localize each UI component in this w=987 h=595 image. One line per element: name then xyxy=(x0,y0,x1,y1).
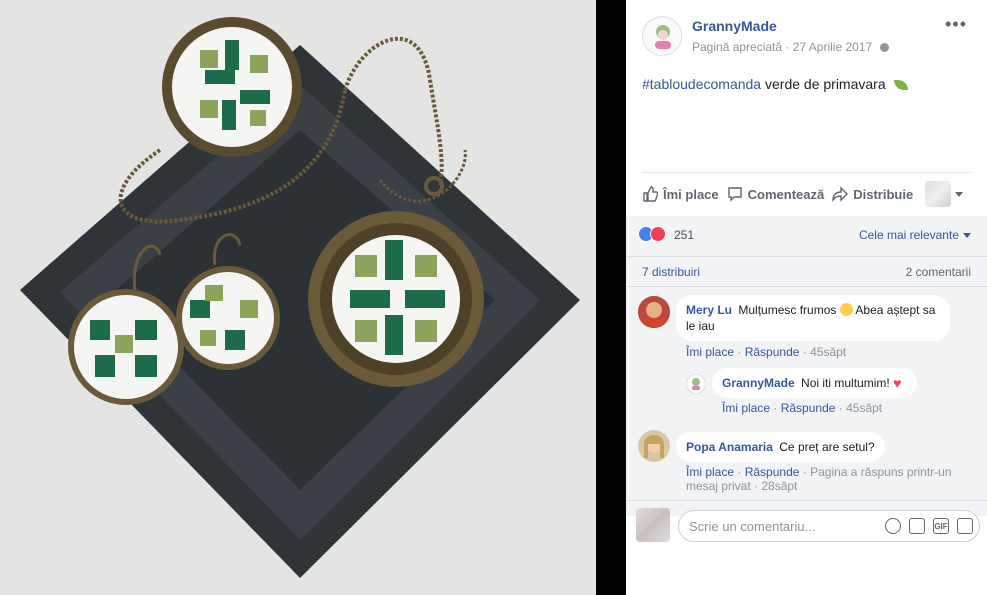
current-user-avatar[interactable] xyxy=(636,508,670,542)
reply-bubble: GrannyMade Noi iti multumim! ♥ xyxy=(712,368,918,398)
comment-reply-link[interactable]: Răspunde xyxy=(745,345,800,359)
comment-like-link[interactable]: Îmi place xyxy=(686,465,734,479)
granny-logo-icon xyxy=(644,18,681,55)
comment-like-link[interactable]: Îmi place xyxy=(686,345,734,359)
reaction-icons[interactable] xyxy=(638,226,666,242)
comment-text: Mulțumesc frumos xyxy=(738,303,837,317)
comment-text: Ce preț are setul? xyxy=(779,440,875,454)
comment-reply-link[interactable]: Răspunde xyxy=(745,465,800,479)
divider xyxy=(626,286,987,287)
reply-text: Noi iti multumim! xyxy=(801,376,890,390)
jewelry-photo-illustration xyxy=(0,0,596,595)
commenter-avatar[interactable] xyxy=(638,430,670,462)
comment-button[interactable]: Comentează xyxy=(727,186,825,202)
avatar-photo-icon xyxy=(638,296,670,328)
sort-label: Cele mai relevante xyxy=(858,228,959,242)
post-meta: Pagină apreciată · 27 Aprilie 2017 xyxy=(692,40,889,54)
meta-separator: · xyxy=(785,40,793,54)
reply-avatar[interactable] xyxy=(686,374,706,394)
avatar-photo-icon xyxy=(638,430,670,462)
share-arrow-icon xyxy=(832,186,849,202)
post-photo[interactable] xyxy=(0,0,596,595)
hashtag-link[interactable]: #tabloudecomanda xyxy=(642,76,761,92)
post-sidebar: GrannyMade Pagină apreciată · 27 Aprilie… xyxy=(626,0,987,595)
viewer-gap xyxy=(596,0,626,595)
post-actions: Îmi place Comentează Distribuie xyxy=(642,180,972,208)
like-button[interactable]: Îmi place xyxy=(642,186,719,202)
gif-icon[interactable]: GIF xyxy=(933,518,949,534)
post-date[interactable]: 27 Aprilie 2017 xyxy=(793,40,872,54)
comment-input-placeholder[interactable]: Scrie un comentariu... xyxy=(689,519,815,534)
camera-icon[interactable] xyxy=(909,518,925,534)
post-body: verde de primavara xyxy=(765,76,886,92)
reply-author[interactable]: GrannyMade xyxy=(722,376,795,390)
like-label: Îmi place xyxy=(663,186,719,202)
reply-actions: Îmi place · Răspunde · 45săpt xyxy=(722,401,883,415)
reply-time[interactable]: 45săpt xyxy=(846,401,882,415)
commenter-avatar[interactable] xyxy=(638,296,670,328)
emoji-icon[interactable] xyxy=(885,518,901,534)
comments-count[interactable]: 2 comentarii xyxy=(906,265,971,279)
divider xyxy=(626,256,987,257)
divider xyxy=(642,172,971,173)
comment-sort-dropdown[interactable]: Cele mai relevante xyxy=(859,228,971,242)
page-avatar[interactable] xyxy=(642,16,682,56)
comment-time[interactable]: 28săpt xyxy=(761,479,797,493)
more-options-icon[interactable]: ••• xyxy=(945,14,967,35)
sticker-icon[interactable] xyxy=(957,518,973,534)
comment-time[interactable]: 45săpt xyxy=(810,345,846,359)
granny-logo-icon xyxy=(692,378,700,390)
chevron-down-icon xyxy=(963,232,971,238)
share-label: Distribuie xyxy=(853,186,914,202)
reaction-count[interactable]: 251 xyxy=(674,228,694,242)
page-liked-status: Pagină apreciată xyxy=(692,40,783,54)
divider xyxy=(626,500,987,501)
comment-icon xyxy=(727,187,742,202)
thumbs-up-icon xyxy=(643,186,658,202)
reply-reply-link[interactable]: Răspunde xyxy=(781,401,836,415)
comment-actions: Îmi place · Răspunde · Pagina a răspuns … xyxy=(686,465,952,493)
comment-author[interactable]: Popa Anamaria xyxy=(686,440,773,454)
heart-emoji-icon: ♥ xyxy=(893,375,902,391)
reply-like-link[interactable]: Îmi place xyxy=(722,401,770,415)
comment-label: Comentează xyxy=(747,186,825,202)
comment-author[interactable]: Mery Lu xyxy=(686,303,732,317)
comment-composer[interactable]: Scrie un comentariu... GIF xyxy=(678,510,980,542)
share-as-dropdown-icon[interactable] xyxy=(955,191,964,197)
shares-count[interactable]: 7 distribuiri xyxy=(642,265,700,279)
composer-icons: GIF xyxy=(877,518,973,534)
share-button[interactable]: Distribuie xyxy=(832,186,913,202)
page-name[interactable]: GrannyMade xyxy=(692,18,777,34)
kiss-emoji-icon xyxy=(839,303,853,316)
facebook-photo-viewer: GrannyMade Pagină apreciată · 27 Aprilie… xyxy=(0,0,987,595)
comment-bubble: Popa Anamaria Ce preț are setul? xyxy=(676,432,885,462)
comment-bubble: Mery Lu Mulțumesc frumos Abea aștept sa … xyxy=(676,295,950,341)
globe-icon xyxy=(879,43,889,53)
share-as-avatar[interactable] xyxy=(925,181,952,207)
leaf-emoji-icon xyxy=(893,80,908,91)
comment-actions: Îmi place · Răspunde · 45săpt xyxy=(686,345,847,359)
love-reaction-icon xyxy=(650,226,666,242)
post-text: #tabloudecomanda verde de primavara xyxy=(642,76,908,92)
